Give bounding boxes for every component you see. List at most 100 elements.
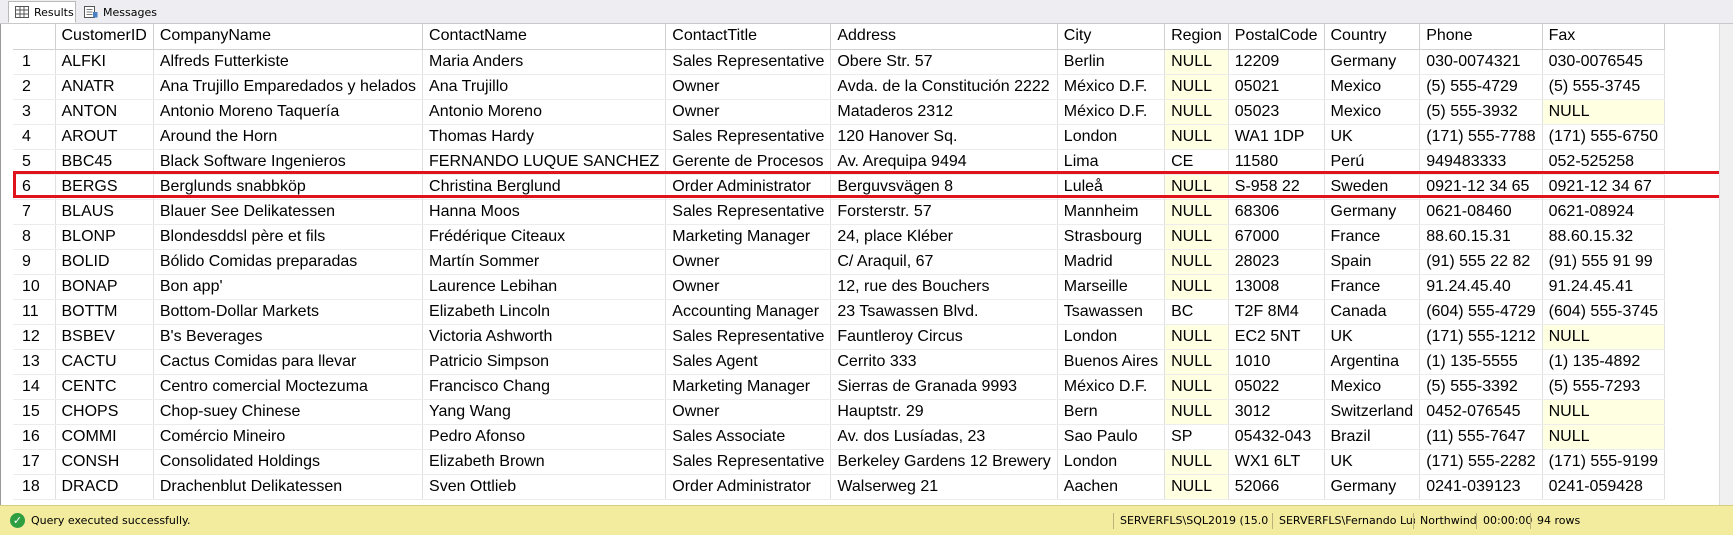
table-cell[interactable]: ANTON	[55, 99, 154, 125]
table-cell[interactable]: WA1 1DP	[1228, 124, 1325, 150]
row-number[interactable]: 9	[13, 249, 56, 275]
row-number[interactable]: 14	[13, 374, 56, 400]
table-cell[interactable]: 11580	[1228, 149, 1325, 175]
table-cell[interactable]: (171) 555-1212	[1419, 324, 1543, 350]
column-header[interactable]: Country	[1324, 24, 1421, 50]
table-row[interactable]: 5 BBC45 Black Software Ingenieros FERNANDO …	[13, 149, 1666, 175]
table-cell[interactable]: BLONP	[55, 224, 154, 250]
table-cell[interactable]: 1010	[1228, 349, 1325, 375]
table-cell[interactable]: 05021	[1228, 74, 1325, 100]
table-cell[interactable]: Berkeley Gardens 12 Brewery	[830, 449, 1058, 475]
table-cell[interactable]: Thomas Hardy	[422, 124, 667, 150]
table-cell[interactable]: (5) 555-3745	[1542, 74, 1666, 100]
table-cell[interactable]: Ana Trujillo Emparedados y helados	[153, 74, 424, 100]
table-row[interactable]: 11 BOTTM Bottom-Dollar Markets Elizabeth Li…	[13, 299, 1666, 325]
table-cell[interactable]: 3012	[1228, 399, 1325, 425]
table-cell[interactable]: BC	[1164, 299, 1229, 325]
table-cell[interactable]: UK	[1324, 324, 1421, 350]
table-cell[interactable]: London	[1057, 324, 1166, 350]
table-cell[interactable]: BONAP	[55, 274, 154, 300]
table-row[interactable]: 10 BONAP Bon app' Laurence Lebihan Owner 12, …	[13, 274, 1666, 300]
table-cell[interactable]: Alfreds Futterkiste	[153, 49, 424, 75]
table-cell[interactable]: NULL	[1164, 374, 1229, 400]
table-cell[interactable]: France	[1324, 274, 1421, 300]
table-cell[interactable]: 0621-08924	[1542, 199, 1666, 225]
table-cell[interactable]: 23 Tsawassen Blvd.	[830, 299, 1058, 325]
table-cell[interactable]: 68306	[1228, 199, 1325, 225]
table-cell[interactable]: Forsterstr. 57	[830, 199, 1058, 225]
table-cell[interactable]: 67000	[1228, 224, 1325, 250]
table-cell[interactable]: AROUT	[55, 124, 154, 150]
vertical-scrollbar[interactable]	[1719, 24, 1733, 505]
row-number[interactable]: 4	[13, 124, 56, 150]
table-cell[interactable]: Sales Representative	[665, 449, 832, 475]
table-cell[interactable]: NULL	[1164, 174, 1229, 200]
table-cell[interactable]: Tsawassen	[1057, 299, 1166, 325]
tab-messages[interactable]: Messages	[78, 1, 157, 23]
table-cell[interactable]: Antonio Moreno Taquería	[153, 99, 424, 125]
table-cell[interactable]: (91) 555 91 99	[1542, 249, 1666, 275]
table-cell[interactable]: Lima	[1057, 149, 1166, 175]
table-cell[interactable]: CHOPS	[55, 399, 154, 425]
table-cell[interactable]: Mexico	[1324, 74, 1421, 100]
table-cell[interactable]: Hanna Moos	[422, 199, 667, 225]
row-number[interactable]: 16	[13, 424, 56, 450]
table-cell[interactable]: (5) 555-3392	[1419, 374, 1543, 400]
table-cell[interactable]: 88.60.15.31	[1419, 224, 1543, 250]
table-cell[interactable]: Bon app'	[153, 274, 424, 300]
row-number[interactable]: 5	[13, 149, 56, 175]
table-row[interactable]: 3 ANTON Antonio Moreno Taquería Antonio Mor…	[13, 99, 1666, 125]
table-cell[interactable]: (604) 555-4729	[1419, 299, 1543, 325]
table-cell[interactable]: CENTC	[55, 374, 154, 400]
table-cell[interactable]: UK	[1324, 124, 1421, 150]
table-cell[interactable]: Bottom-Dollar Markets	[153, 299, 424, 325]
table-cell[interactable]: Marketing Manager	[665, 374, 832, 400]
table-cell[interactable]: Consolidated Holdings	[153, 449, 424, 475]
table-cell[interactable]: 12209	[1228, 49, 1325, 75]
table-cell[interactable]: (1) 135-5555	[1419, 349, 1543, 375]
table-cell[interactable]: Strasbourg	[1057, 224, 1166, 250]
table-cell[interactable]: BOTTM	[55, 299, 154, 325]
table-cell[interactable]: NULL	[1164, 274, 1229, 300]
table-cell[interactable]: 24, place Kléber	[830, 224, 1058, 250]
table-row[interactable]: 13 CACTU Cactus Comidas para llevar Patrici…	[13, 349, 1666, 375]
column-header[interactable]: Region	[1164, 24, 1229, 50]
table-cell[interactable]: 05023	[1228, 99, 1325, 125]
table-cell[interactable]: Patricio Simpson	[422, 349, 667, 375]
table-cell[interactable]: Owner	[665, 99, 832, 125]
table-row[interactable]: 7 BLAUS Blauer See Delikatessen Hanna Moos S…	[13, 199, 1666, 225]
row-number[interactable]: 10	[13, 274, 56, 300]
table-cell[interactable]: Argentina	[1324, 349, 1421, 375]
table-cell[interactable]: 0621-08460	[1419, 199, 1543, 225]
table-cell[interactable]: Mexico	[1324, 374, 1421, 400]
column-header[interactable]: CustomerID	[55, 24, 154, 50]
table-cell[interactable]: (5) 555-4729	[1419, 74, 1543, 100]
table-row[interactable]: 14 CENTC Centro comercial Moctezuma Francis…	[13, 374, 1666, 400]
table-cell[interactable]: Germany	[1324, 49, 1421, 75]
table-cell[interactable]: S-958 22	[1228, 174, 1325, 200]
table-cell[interactable]: Walserweg 21	[830, 474, 1058, 500]
table-cell[interactable]: NULL	[1164, 74, 1229, 100]
table-row[interactable]: 18 DRACD Drachenblut Delikatessen Sven Ottl…	[13, 474, 1666, 500]
row-number[interactable]: 17	[13, 449, 56, 475]
table-cell[interactable]: México D.F.	[1057, 99, 1166, 125]
table-cell[interactable]: Martín Sommer	[422, 249, 667, 275]
row-number[interactable]: 6	[13, 174, 56, 200]
column-header[interactable]: CompanyName	[153, 24, 424, 50]
column-header[interactable]: Fax	[1542, 24, 1666, 50]
table-cell[interactable]: (5) 555-3932	[1419, 99, 1543, 125]
table-cell[interactable]: Sales Representative	[665, 324, 832, 350]
table-cell[interactable]: EC2 5NT	[1228, 324, 1325, 350]
table-cell[interactable]: Centro comercial Moctezuma	[153, 374, 424, 400]
table-cell[interactable]: Perú	[1324, 149, 1421, 175]
row-number[interactable]: 12	[13, 324, 56, 350]
table-cell[interactable]: Drachenblut Delikatessen	[153, 474, 424, 500]
table-cell[interactable]: (91) 555 22 82	[1419, 249, 1543, 275]
table-cell[interactable]: Victoria Ashworth	[422, 324, 667, 350]
table-cell[interactable]: NULL	[1164, 349, 1229, 375]
table-cell[interactable]: UK	[1324, 449, 1421, 475]
table-cell[interactable]: Maria Anders	[422, 49, 667, 75]
table-cell[interactable]: B's Beverages	[153, 324, 424, 350]
table-cell[interactable]: Owner	[665, 274, 832, 300]
table-row[interactable]: 16 COMMI Comércio Mineiro Pedro Afonso Sales…	[13, 424, 1666, 450]
